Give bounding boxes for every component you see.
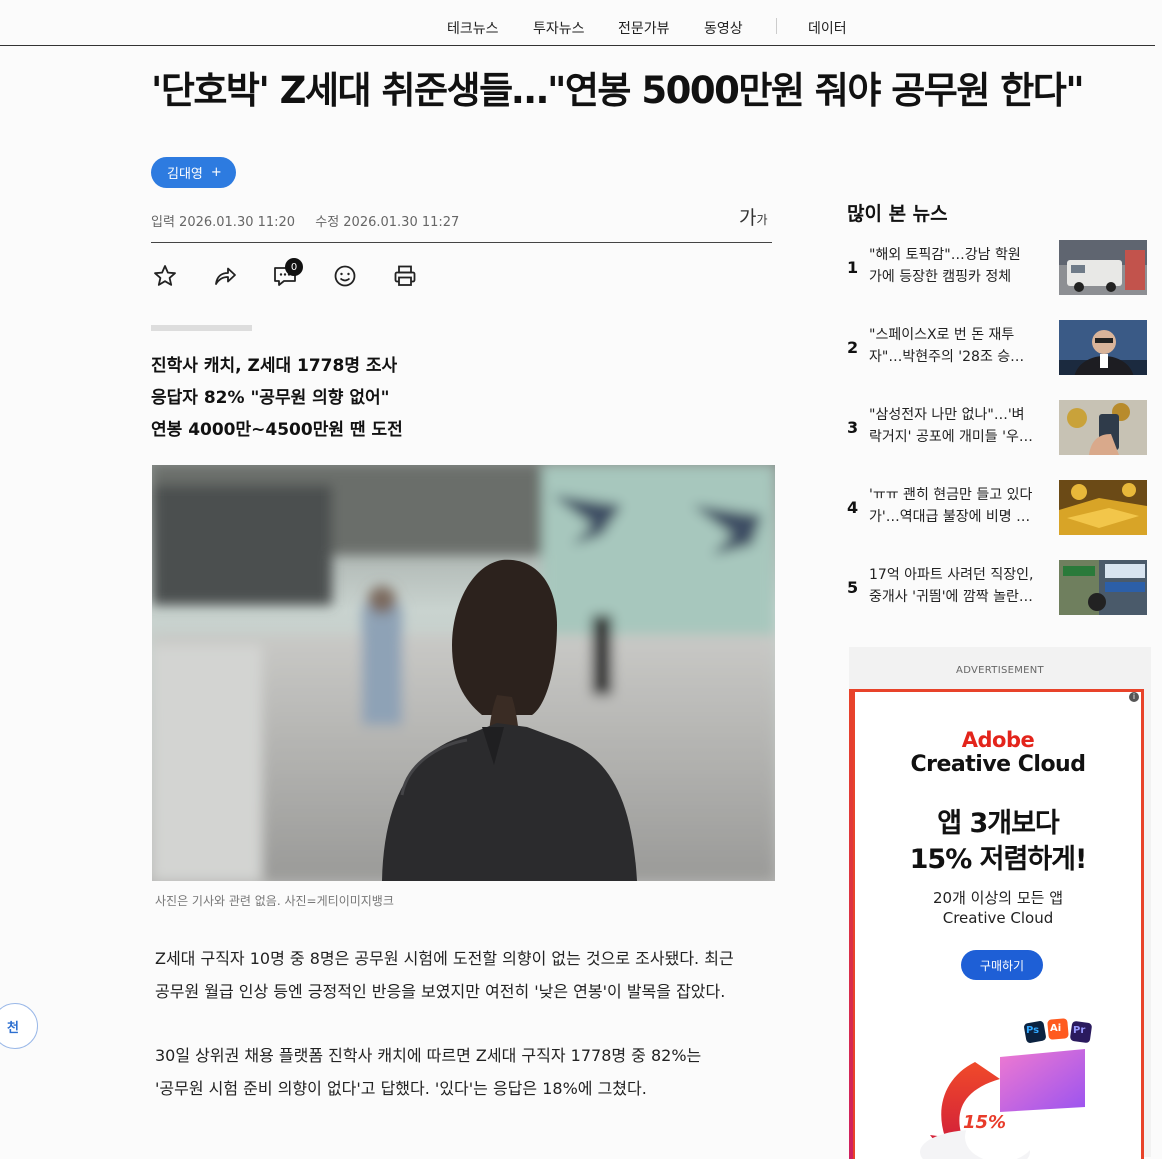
- article-paragraph: Z세대 구직자 10명 중 8명은 공무원 시험에 도전할 의향이 없는 것으로…: [155, 942, 785, 1008]
- nav-underline: [0, 45, 1155, 46]
- headline-line: 자"…박현주의 '28조 승…: [869, 349, 1025, 365]
- rank-number: 4: [847, 498, 859, 517]
- headline-line: 가'…역대급 불장에 비명 …: [869, 509, 1031, 525]
- published-date: 입력 2026.01.30 11:20: [151, 215, 296, 230]
- font-size-small-glyph: 가: [756, 213, 768, 227]
- advertisement: ADVERTISEMENT i Adobe Creative Cloud 앱 3…: [849, 647, 1151, 1159]
- most-viewed-item[interactable]: 3 "삼성전자 나만 없나"…'벼 락거지' 공포에 개미들 '우…: [847, 400, 1147, 456]
- rank-number: 2: [847, 338, 859, 357]
- ad-discount-badge: 15%: [963, 1112, 1007, 1133]
- ad-headline: 앱 3개보다 15% 저렴하게!: [855, 806, 1141, 878]
- summary-divider: [151, 325, 252, 331]
- thumbnail-image: [1059, 480, 1147, 535]
- premiere-badge: Pr: [1073, 1025, 1086, 1036]
- ad-subtext-line: Creative Cloud: [942, 909, 1054, 927]
- headline-line: "해외 토픽감"…강남 학원: [869, 247, 1021, 263]
- most-viewed-headline: "스페이스X로 번 돈 재투 자"…박현주의 '28조 승…: [869, 324, 1049, 368]
- ad-product-name: Creative Cloud: [910, 752, 1086, 777]
- ad-headline-line: 앱 3개보다: [937, 808, 1060, 839]
- paragraph-line: 공무원 월급 인상 등엔 긍정적인 반응을 보였지만 여전히 '낮은 연봉'이 …: [155, 982, 726, 1001]
- summary-line: 응답자 82% "공무원 의향 없어": [151, 388, 390, 408]
- author-follow-button[interactable]: 김대영 +: [151, 157, 236, 188]
- headline-line: 가에 등장한 캠핑카 정체: [869, 269, 1012, 285]
- nav-video[interactable]: 동영상: [704, 18, 743, 38]
- article-summary: 진학사 캐치, Z세대 1778명 조사 응답자 82% "공무원 의향 없어"…: [151, 350, 403, 446]
- headline-line: "삼성전자 나만 없나"…'벼: [869, 407, 1025, 423]
- rank-number: 3: [847, 418, 859, 437]
- header-divider: [151, 242, 772, 243]
- ad-subtext-line: 20개 이상의 모든 앱: [933, 889, 1063, 907]
- ad-buy-button[interactable]: 구매하기: [961, 950, 1043, 980]
- nav-data[interactable]: 데이터: [808, 18, 847, 38]
- rank-number: 5: [847, 578, 859, 597]
- emoji-icon[interactable]: [331, 262, 359, 290]
- nav-invest-news[interactable]: 투자뉴스: [533, 18, 585, 38]
- ad-border-accent: [849, 689, 853, 1159]
- summary-line: 진학사 캐치, Z세대 1778명 조사: [151, 356, 398, 376]
- comment-count-badge: 0: [285, 258, 303, 276]
- paragraph-line: 30일 상위권 채용 플랫폼 진학사 캐치에 따르면 Z세대 구직자 1778명…: [155, 1046, 702, 1065]
- author-name: 김대영: [167, 167, 203, 182]
- ad-info-icon[interactable]: i: [1129, 692, 1139, 702]
- paragraph-line: Z세대 구직자 10명 중 8명은 공무원 시험에 도전할 의향이 없는 것으로…: [155, 949, 734, 968]
- ad-subtext: 20개 이상의 모든 앱 Creative Cloud: [855, 888, 1141, 928]
- article-paragraph: 30일 상위권 채용 플랫폼 진학사 캐치에 따르면 Z세대 구직자 1778명…: [155, 1039, 785, 1105]
- headline-line: "스페이스X로 번 돈 재투: [869, 327, 1015, 343]
- most-viewed-item[interactable]: 4 'ㅠㅠ 괜히 현금만 들고 있다 가'…역대급 불장에 비명 …: [847, 480, 1147, 536]
- ad-headline-line: 15% 저렴하게!: [909, 844, 1088, 875]
- photo-caption: 사진은 기사와 관련 없음. 사진=게티이미지뱅크: [155, 894, 394, 908]
- most-viewed-title: 많이 본 뉴스: [847, 203, 948, 225]
- thumbnail-image: [1059, 320, 1147, 375]
- adobe-logo: Adobe: [961, 728, 1035, 752]
- ad-illustration: [920, 1018, 1092, 1159]
- article-photo: [152, 465, 775, 881]
- article-headline: '단호박' Z세대 취준생들…"연봉 5000만원 줘야 공무원 한다": [151, 69, 1085, 112]
- nav-expert-view[interactable]: 전문가뷰: [618, 18, 670, 38]
- font-size-button[interactable]: 가가: [739, 203, 768, 230]
- headline-line: 17억 아파트 사려던 직장인,: [869, 567, 1034, 583]
- star-icon[interactable]: [151, 262, 179, 290]
- ad-label: ADVERTISEMENT: [956, 665, 1044, 676]
- plus-icon: +: [210, 165, 222, 180]
- rank-number: 1: [847, 258, 859, 277]
- article-dates: 입력 2026.01.30 11:20 수정 2026.01.30 11:27: [151, 211, 475, 230]
- modified-date: 수정 2026.01.30 11:27: [315, 215, 460, 230]
- thumbnail-image: [1059, 400, 1147, 455]
- nav-tech-news[interactable]: 테크뉴스: [447, 18, 499, 38]
- thumbnail-image: [1059, 240, 1147, 295]
- most-viewed-headline: 'ㅠㅠ 괜히 현금만 들고 있다 가'…역대급 불장에 비명 …: [869, 484, 1049, 528]
- most-viewed-item[interactable]: 2 "스페이스X로 번 돈 재투 자"…박현주의 '28조 승…: [847, 320, 1147, 376]
- floating-recommend-button[interactable]: 천: [0, 1003, 38, 1049]
- headline-line: 락거지' 공포에 개미들 '우…: [869, 429, 1033, 445]
- most-viewed-headline: "해외 토픽감"…강남 학원 가에 등장한 캠핑카 정체: [869, 244, 1049, 288]
- top-navigation: 테크뉴스 투자뉴스 전문가뷰 동영상 데이터: [0, 0, 1162, 46]
- most-viewed-headline: "삼성전자 나만 없나"…'벼 락거지' 공포에 개미들 '우…: [869, 404, 1049, 448]
- summary-line: 연봉 4000만~4500만원 땐 도전: [151, 420, 403, 440]
- most-viewed-item[interactable]: 1 "해외 토픽감"…강남 학원 가에 등장한 캠핑카 정체: [847, 240, 1147, 296]
- share-icon[interactable]: [211, 262, 239, 290]
- most-viewed-headline: 17억 아파트 사려던 직장인, 중개사 '귀띔'에 깜짝 놀란…: [869, 564, 1049, 608]
- thumbnail-image: [1059, 560, 1147, 615]
- photoshop-badge: Ps: [1026, 1025, 1040, 1036]
- font-size-large-glyph: 가: [739, 207, 757, 229]
- nav-divider: [776, 18, 777, 34]
- headline-line: 'ㅠㅠ 괜히 현금만 들고 있다: [869, 487, 1033, 503]
- ad-banner[interactable]: i Adobe Creative Cloud 앱 3개보다 15% 저렴하게! …: [852, 689, 1144, 1159]
- headline-line: 중개사 '귀띔'에 깜짝 놀란…: [869, 589, 1033, 605]
- most-viewed-item[interactable]: 5 17억 아파트 사려던 직장인, 중개사 '귀띔'에 깜짝 놀란…: [847, 560, 1147, 616]
- print-icon[interactable]: [391, 262, 419, 290]
- paragraph-line: '공무원 시험 준비 의향이 없다'고 답했다. '있다'는 응답은 18%에 …: [155, 1079, 647, 1098]
- illustrator-badge: Ai: [1050, 1023, 1062, 1034]
